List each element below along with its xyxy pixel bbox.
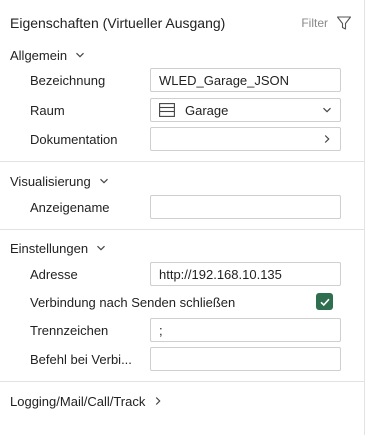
- adresse-field[interactable]: http://192.168.10.135: [150, 262, 341, 286]
- room-table-icon: [159, 103, 175, 117]
- bezeichnung-value: WLED_Garage_JSON: [159, 72, 290, 88]
- verbindung-label: Verbindung nach Senden schließen: [30, 294, 236, 310]
- bezeichnung-label: Bezeichnung: [30, 72, 106, 88]
- section-logging-header[interactable]: Logging/Mail/Call/Track: [10, 392, 163, 410]
- section-logging-label: Logging/Mail/Call/Track: [10, 393, 146, 409]
- panel-header: Eigenschaften (Virtueller Ausgang) Filte…: [10, 13, 352, 33]
- adresse-value: http://192.168.10.135: [159, 266, 282, 282]
- chevron-down-icon: [97, 245, 105, 251]
- chevron-right-icon: [156, 397, 161, 405]
- properties-panel: Eigenschaften (Virtueller Ausgang) Filte…: [0, 0, 365, 435]
- divider: [0, 161, 364, 162]
- section-allgemein-header[interactable]: Allgemein: [10, 46, 85, 64]
- trennzeichen-value: ;: [159, 322, 163, 338]
- section-einstellungen-label: Einstellungen: [10, 240, 89, 256]
- section-allgemein-label: Allgemein: [10, 47, 68, 63]
- panel-title: Eigenschaften (Virtueller Ausgang): [10, 15, 226, 31]
- section-visualisierung-label: Visualisierung: [10, 173, 91, 189]
- filter-label[interactable]: Filter: [301, 16, 328, 30]
- checkmark-icon: [319, 298, 330, 306]
- section-einstellungen-header[interactable]: Einstellungen: [10, 239, 106, 257]
- bezeichnung-field[interactable]: WLED_Garage_JSON: [150, 68, 341, 92]
- raum-select[interactable]: Garage: [150, 98, 341, 122]
- divider: [0, 229, 364, 230]
- raum-label: Raum: [30, 102, 65, 118]
- befehl-label: Befehl bei Verbi...: [30, 351, 132, 367]
- dokumentation-label: Dokumentation: [30, 131, 118, 147]
- dokumentation-field[interactable]: [150, 127, 341, 151]
- adresse-label: Adresse: [30, 266, 78, 282]
- trennzeichen-label: Trennzeichen: [30, 322, 109, 338]
- anzeigename-label: Anzeigename: [30, 199, 110, 215]
- anzeigename-field[interactable]: [150, 195, 341, 219]
- filter-funnel-icon[interactable]: [336, 15, 352, 31]
- trennzeichen-field[interactable]: ;: [150, 318, 341, 342]
- verbindung-checkbox[interactable]: [316, 293, 333, 310]
- raum-value: Garage: [185, 102, 229, 118]
- section-visualisierung-header[interactable]: Visualisierung: [10, 172, 109, 190]
- befehl-field[interactable]: [150, 347, 341, 371]
- chevron-down-icon: [323, 107, 331, 113]
- chevron-down-icon: [99, 178, 108, 184]
- chevron-down-icon: [76, 52, 85, 58]
- divider: [0, 381, 364, 382]
- row-verbindung: Verbindung nach Senden schließen: [30, 289, 304, 315]
- chevron-right-icon: [324, 135, 330, 143]
